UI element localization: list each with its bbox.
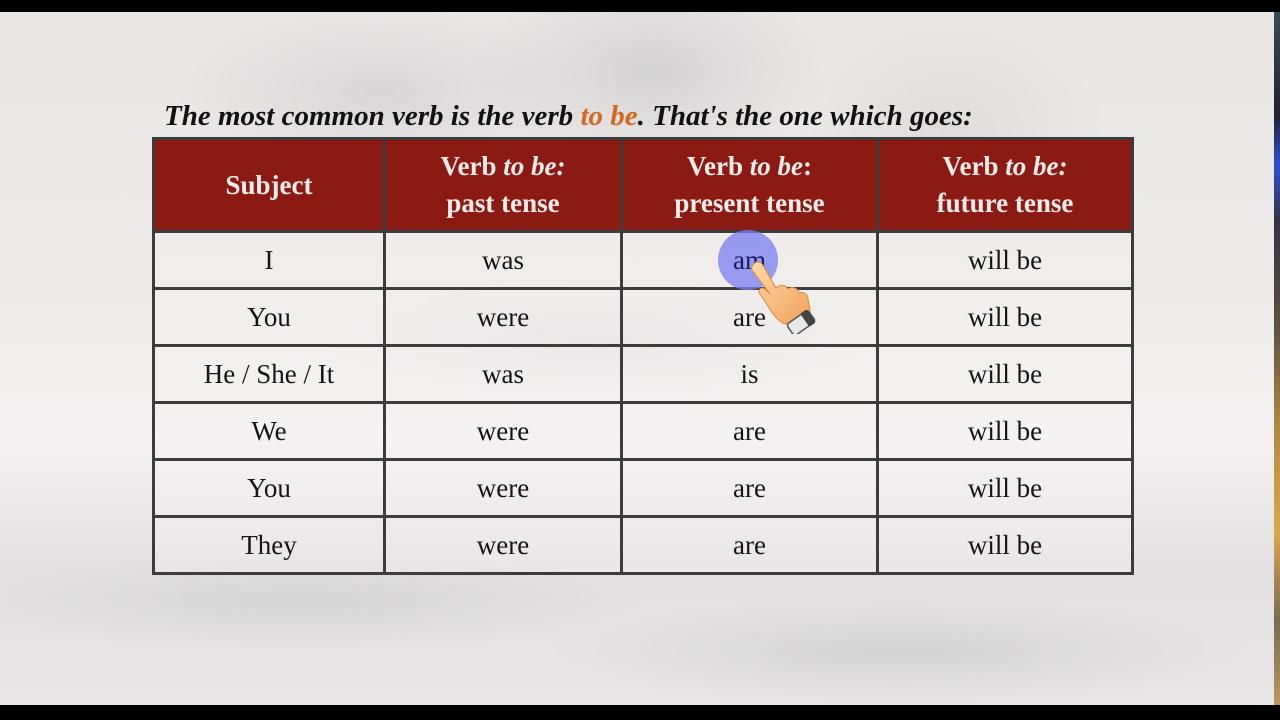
cell-past: was <box>383 344 623 404</box>
table-row: You were are will be <box>152 458 1134 518</box>
cell-subject: They <box>152 515 386 575</box>
cell-future: will be <box>876 458 1134 518</box>
cell-past: were <box>383 401 623 461</box>
header-future-tense: Verb to be: future tense <box>876 137 1134 233</box>
cell-past: were <box>383 515 623 575</box>
intro-accent-to-be: to be <box>580 100 638 132</box>
intro-text-before: The most common verb is the verb <box>164 100 581 132</box>
cell-future: will be <box>876 344 1134 404</box>
cell-past: were <box>383 458 623 518</box>
header-past-tense: Verb to be: past tense <box>383 137 623 233</box>
intro-text-after: . That's the one which goes: <box>637 100 973 132</box>
table-row: We were are will be <box>152 401 1134 461</box>
cell-future: will be <box>876 515 1134 575</box>
cell-subject: You <box>152 458 386 518</box>
cell-present: is <box>620 344 879 404</box>
header-present-tense: Verb to be: present tense <box>620 137 879 233</box>
intro-sentence: The most common verb is the verb to be. … <box>164 100 973 133</box>
table-row: You were are will be <box>152 287 1134 347</box>
cell-future: will be <box>876 287 1134 347</box>
table-header-row: Subject Verb to be: past tense Verb to be… <box>152 137 1134 233</box>
verb-to-be-table: Subject Verb to be: past tense Verb to be… <box>152 137 1134 575</box>
pointing-hand-icon <box>751 261 816 334</box>
cell-future: will be <box>876 401 1134 461</box>
header-subject: Subject <box>152 137 386 233</box>
cell-present: are <box>620 515 879 575</box>
cell-present: are <box>620 401 879 461</box>
cell-past: was <box>383 230 623 290</box>
table-row: He / She / It was is will be <box>152 344 1134 404</box>
cell-past: were <box>383 287 623 347</box>
cell-subject: You <box>152 287 386 347</box>
cell-present: are <box>620 458 879 518</box>
cell-subject: He / She / It <box>152 344 386 404</box>
cell-future: will be <box>876 230 1134 290</box>
cell-subject: We <box>152 401 386 461</box>
cell-subject: I <box>152 230 386 290</box>
table-row: I was am will be <box>152 230 1134 290</box>
table-row: They were are will be <box>152 515 1134 575</box>
video-edge-artifact <box>1274 12 1280 705</box>
